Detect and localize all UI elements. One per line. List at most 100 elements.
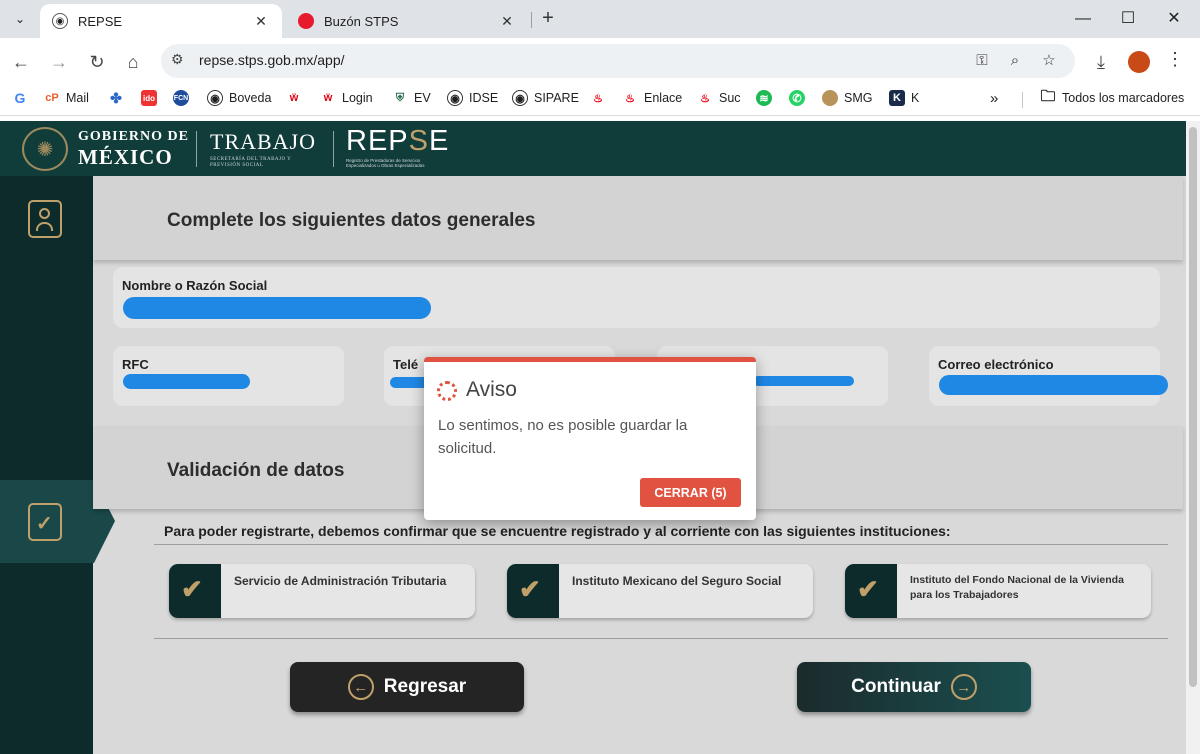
new-tab-button[interactable]: +	[536, 8, 560, 30]
modal-title: Aviso	[466, 378, 517, 401]
bookmark-label: Enlace	[644, 91, 683, 105]
mexico-seal-icon: ✺	[22, 127, 68, 171]
institution-label: Servicio de Administración Tributaria	[234, 574, 447, 588]
gobierno-logo: GOBIERNO DE MÉXICO	[78, 130, 189, 168]
forward-arrow-icon[interactable]: →	[46, 49, 72, 75]
bookmark-label: Boveda	[229, 91, 272, 105]
bookmark-sipare[interactable]: ◉ SIPARE	[512, 90, 579, 106]
bookmark-idse[interactable]: ◉ IDSE	[447, 90, 498, 106]
red-logo-icon: ẅ	[289, 92, 299, 104]
close-tab-icon[interactable]: ✕	[498, 13, 516, 30]
continuar-button[interactable]: Continuar →	[797, 662, 1031, 712]
bookmark-enlace[interactable]: ♨ Enlace	[622, 90, 682, 106]
name-field[interactable]: Nombre o Razón Social	[113, 267, 1160, 328]
scrollbar-thumb[interactable]	[1189, 127, 1197, 687]
redaction-scribble	[753, 376, 854, 386]
repse-wordmark: REPSE	[346, 125, 450, 157]
tab-repse[interactable]: ◉ REPSE ✕	[40, 4, 282, 38]
reload-icon[interactable]: ↻	[84, 49, 110, 75]
all-bookmarks-folder[interactable]: 🗀 Todos los marcadores	[1040, 87, 1184, 106]
bookmark-label: SIPARE	[534, 91, 579, 105]
minimize-button[interactable]: —	[1061, 6, 1105, 32]
contact-card-icon	[28, 200, 62, 238]
bookmark-label: EV	[414, 91, 431, 105]
more-bookmarks-icon[interactable]: »	[990, 90, 998, 107]
tab-bar: ⌄ ◉ REPSE ✕ Buzón STPS ✕ + — ☐ ✕	[0, 0, 1200, 38]
tab-title: REPSE	[78, 13, 123, 29]
close-tab-icon[interactable]: ✕	[252, 13, 270, 30]
arrow-left-circle-icon: ←	[347, 674, 374, 700]
header-divider	[333, 131, 334, 167]
bookmark-k[interactable]: K K	[889, 90, 919, 106]
fcn-icon: FCN	[173, 90, 189, 106]
phone-label: Telé	[393, 357, 419, 372]
menu-dots-icon[interactable]: ⋮	[1166, 49, 1184, 70]
bookmark-app-1[interactable]: ✤	[108, 90, 130, 106]
bookmark-smg[interactable]: SMG	[822, 90, 872, 106]
header-divider	[196, 131, 197, 167]
bookmark-ev[interactable]: ⛨ EV	[392, 90, 431, 106]
smg-icon	[822, 90, 838, 106]
bookmark-app-4[interactable]: ẅ	[286, 90, 308, 106]
repse-logo: REPSE Registro de Prestadoras de Servici…	[346, 127, 449, 169]
bookmark-spotify[interactable]: ≋	[756, 90, 778, 106]
site-settings-icon[interactable]: ⚙	[171, 51, 184, 68]
tab-title: Buzón STPS	[324, 13, 399, 29]
page-scrollbar[interactable]	[1186, 121, 1200, 754]
close-window-button[interactable]: ✕	[1152, 6, 1196, 32]
download-icon[interactable]: ⤓	[1088, 49, 1114, 75]
cerrar-button[interactable]: CERRAR (5)	[640, 478, 741, 507]
divider-line	[154, 544, 1168, 545]
bookmark-login[interactable]: ẅ Login	[320, 90, 373, 106]
bookmark-label: Login	[342, 91, 373, 105]
trabajo-logo: TRABAJO SECRETARÍA DEL TRABAJO Y PREVISI…	[210, 129, 316, 169]
mail-icon: cP	[45, 92, 59, 104]
bookmark-google[interactable]: G	[12, 90, 34, 106]
folder-icon: 🗀	[1040, 87, 1056, 105]
gob-line1: GOBIERNO DE	[78, 129, 189, 144]
general-data-title: Complete los siguientes datos generales	[167, 210, 536, 231]
bookmarks-divider	[1022, 92, 1023, 108]
bookmark-app-5[interactable]: ♨	[590, 90, 612, 106]
address-bar[interactable]: ⚙ repse.stps.gob.mx/app/ ⚿ ⌕ ☆	[161, 44, 1075, 78]
bookmark-whatsapp[interactable]: ✆	[789, 90, 811, 106]
regresar-button[interactable]: ← Regresar	[290, 662, 524, 712]
bookmark-star-icon[interactable]: ☆	[1038, 50, 1060, 72]
bookmark-app-3[interactable]: FCN	[173, 90, 195, 106]
bookmark-label: K	[911, 91, 920, 105]
redaction-scribble	[939, 375, 1168, 395]
step-sidebar: ✓	[0, 176, 115, 754]
modal-message: Lo sentimos, no es posible guardar la so…	[438, 417, 688, 457]
globe-icon: ◉	[512, 90, 528, 106]
gob-line2: MÉXICO	[78, 145, 173, 169]
bookmark-mail[interactable]: cP Mail	[44, 90, 89, 106]
rfc-label: RFC	[122, 357, 149, 372]
regresar-label: Regresar	[383, 676, 467, 697]
bookmark-app-2[interactable]: ido	[141, 90, 163, 106]
back-arrow-icon[interactable]: ←	[8, 49, 34, 75]
browser-toolbar: ← → ↻ ⌂ ⚙ repse.stps.gob.mx/app/ ⚿ ⌕ ☆ ⤓…	[0, 38, 1200, 84]
tab-search-button[interactable]: ⌄	[6, 6, 34, 32]
continuar-label: Continuar	[851, 676, 941, 697]
zoom-icon[interactable]: ⌕	[1004, 50, 1026, 72]
name-label: Nombre o Razón Social	[122, 278, 268, 293]
home-icon[interactable]: ⌂	[120, 49, 146, 75]
bookmark-boveda[interactable]: ◉ Boveda	[207, 90, 271, 106]
maximize-button[interactable]: ☐	[1106, 6, 1150, 32]
rfc-field[interactable]: RFC	[113, 346, 344, 406]
flame-icon: ♨	[625, 92, 635, 105]
general-data-header: Complete los siguientes datos generales	[93, 176, 1183, 260]
password-key-icon[interactable]: ⚿	[971, 50, 993, 72]
loading-spinner-icon	[437, 381, 457, 401]
app-grid-icon: ✤	[110, 89, 122, 106]
k-icon: K	[889, 90, 905, 106]
email-field[interactable]: Correo electrónico	[929, 346, 1168, 406]
shield-icon: ⛨	[395, 91, 405, 104]
profile-avatar[interactable]	[1128, 51, 1150, 73]
tab-buzon-stps[interactable]: Buzón STPS ✕	[286, 4, 528, 38]
tab-divider	[531, 12, 532, 28]
bookmarks-bar: G cP Mail ✤ ido FCN ◉ Boveda ẅ ẅ Login ⛨…	[0, 84, 1200, 116]
bookmark-suc[interactable]: ♨ Suc	[697, 90, 740, 106]
clipboard-check-icon: ✓	[28, 503, 62, 541]
globe-icon: ◉	[52, 13, 68, 29]
